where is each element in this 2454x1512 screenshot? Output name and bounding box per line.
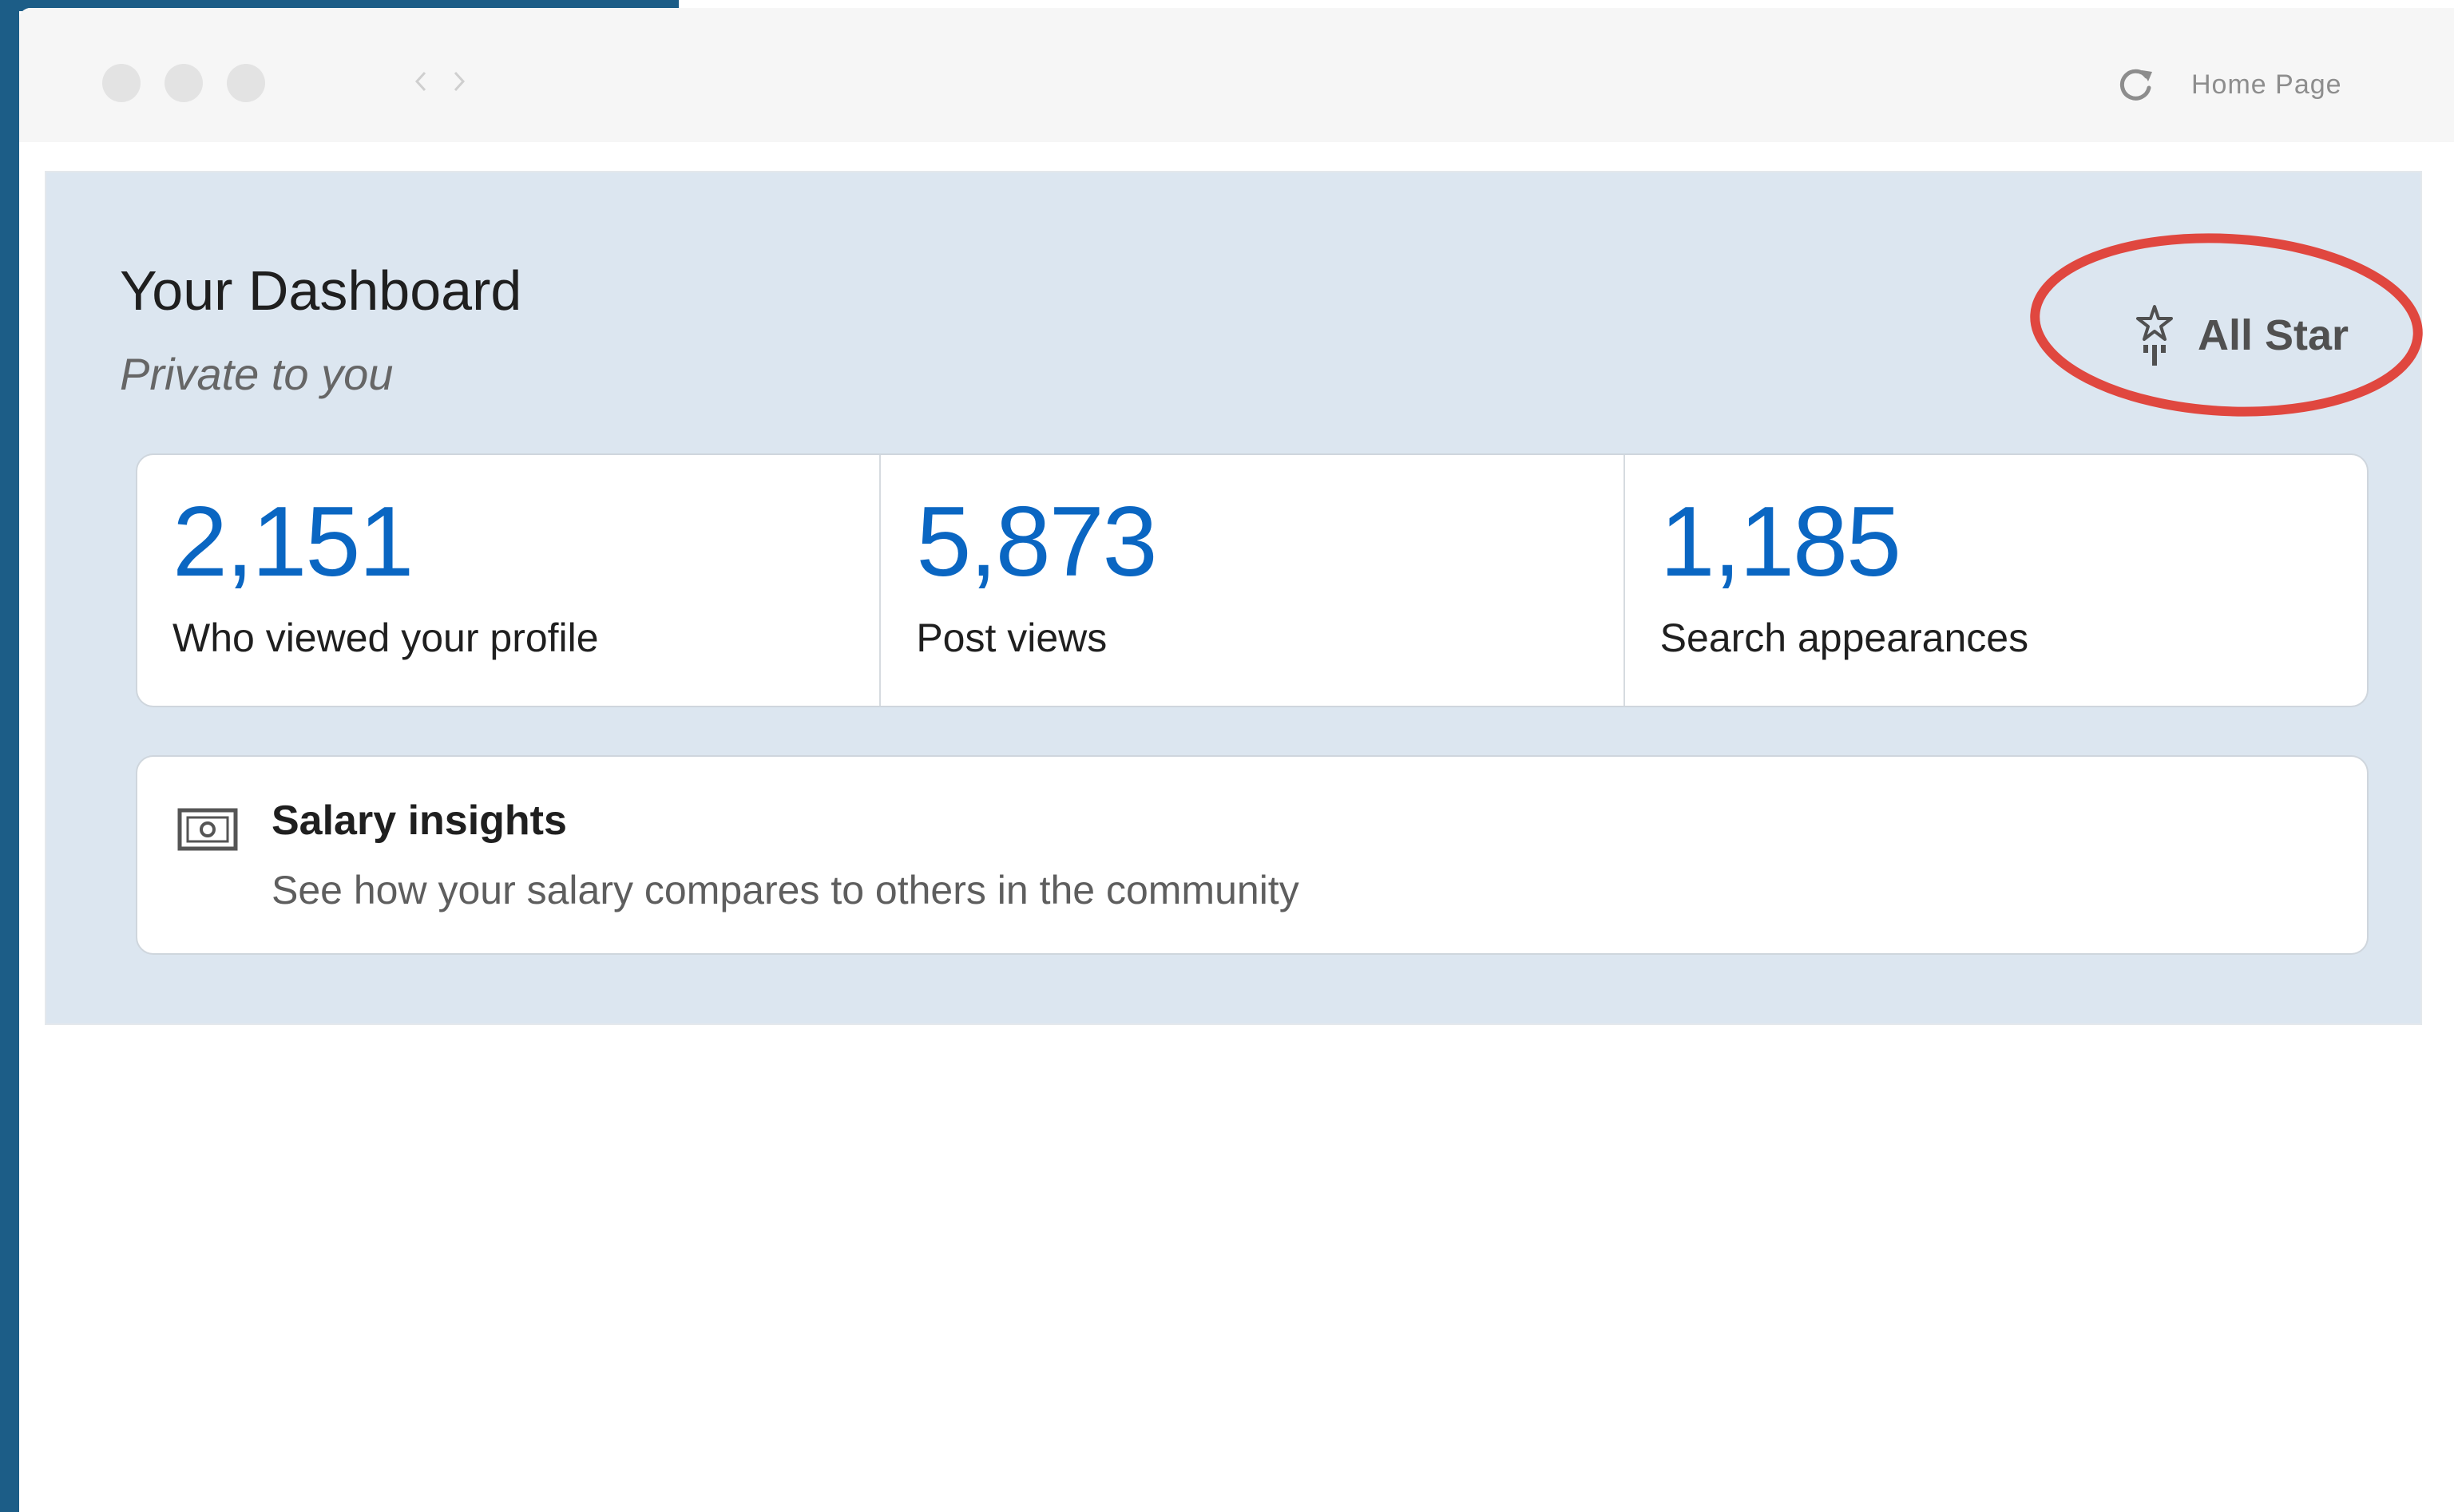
minimize-window-button[interactable]	[165, 64, 203, 102]
salary-insights-card[interactable]: Salary insights See how your salary comp…	[136, 755, 2369, 955]
stat-value: 1,185	[1659, 487, 1901, 597]
dashboard-panel: Your Dashboard Private to you All Star 2…	[45, 171, 2423, 1025]
stat-value: 2,151	[172, 487, 414, 597]
stat-post-views[interactable]: 5,873 Post views	[879, 455, 1623, 706]
browser-window: Home Page Your Dashboard Private to you …	[19, 8, 2454, 1512]
page-title: Your Dashboard	[120, 259, 522, 322]
stat-profile-viewers[interactable]: 2,151 Who viewed your profile	[137, 455, 879, 706]
background-frame-left	[0, 0, 19, 1512]
stat-label: Who viewed your profile	[172, 615, 599, 660]
page-subtitle: Private to you	[120, 349, 394, 399]
chevron-left-icon[interactable]	[409, 65, 433, 97]
chevron-right-icon[interactable]	[447, 65, 471, 97]
reload-icon[interactable]	[2115, 64, 2156, 105]
all-star-icon	[2132, 303, 2177, 367]
maximize-window-button[interactable]	[227, 64, 265, 102]
browser-titlebar: Home Page	[19, 8, 2454, 142]
all-star-badge[interactable]: All Star	[2132, 287, 2349, 383]
salary-insights-description: See how your salary compares to others i…	[272, 868, 1299, 912]
stat-search-appearances[interactable]: 1,185 Search appearances	[1623, 455, 2367, 706]
all-star-label: All Star	[2198, 311, 2349, 359]
money-icon	[177, 808, 238, 851]
stat-value: 5,873	[916, 487, 1157, 597]
stat-label: Search appearances	[1659, 615, 2029, 660]
salary-insights-title: Salary insights	[272, 798, 567, 844]
address-bar-label[interactable]: Home Page	[2191, 64, 2342, 105]
stats-card: 2,151 Who viewed your profile 5,873 Post…	[136, 453, 2369, 707]
close-window-button[interactable]	[102, 64, 141, 102]
stat-label: Post views	[916, 615, 1108, 660]
